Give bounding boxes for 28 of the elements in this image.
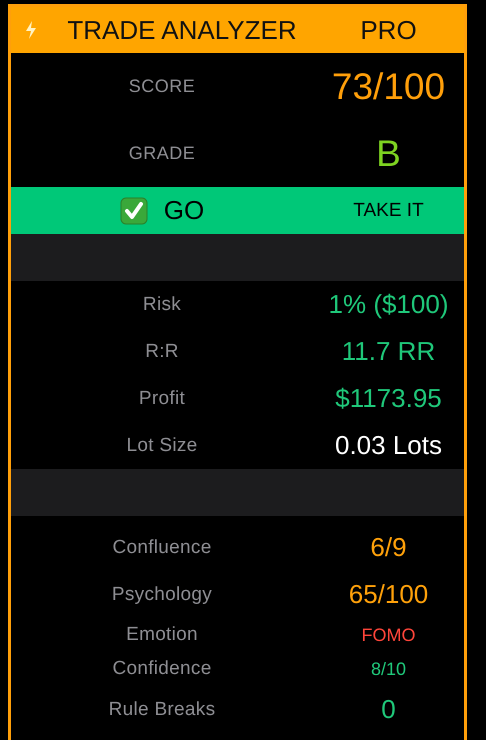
metric-label: Psychology — [112, 584, 212, 606]
metric-label: Profit — [138, 388, 186, 410]
metric-label: Emotion — [126, 624, 198, 646]
metric-value: 65/100 — [348, 579, 428, 610]
metric-value: FOMO — [362, 624, 416, 646]
metric-label: R:R — [145, 340, 179, 362]
metric-value: 73/100 — [332, 66, 446, 108]
metric-value: 11.7 RR — [342, 336, 436, 367]
metric-label: Rule Breaks — [108, 698, 216, 720]
metric-label: Lot Size — [126, 434, 198, 456]
metric-value: 0.03 Lots — [335, 430, 442, 461]
lightning-icon — [25, 21, 37, 39]
metric-label: GRADE — [128, 143, 196, 164]
verdict-action: TAKE IT — [353, 200, 424, 222]
metric-value: 0 — [381, 694, 396, 725]
verdict-label: GO — [164, 195, 204, 226]
app-title: TRADE ANALYZER — [66, 14, 298, 46]
metric-value: B — [376, 132, 401, 174]
metric-value: 1% ($100) — [328, 289, 448, 320]
metric-label: Confluence — [112, 536, 212, 558]
metric-label: SCORE — [128, 76, 196, 97]
pro-label: PRO — [359, 14, 418, 46]
metric-value: $1173.95 — [335, 383, 442, 414]
metric-value: 6/9 — [370, 532, 407, 563]
metric-value: 8/10 — [370, 658, 406, 680]
metric-label: Confidence — [112, 658, 212, 680]
checkmark-icon — [120, 196, 148, 224]
metric-label: Risk — [142, 294, 182, 316]
